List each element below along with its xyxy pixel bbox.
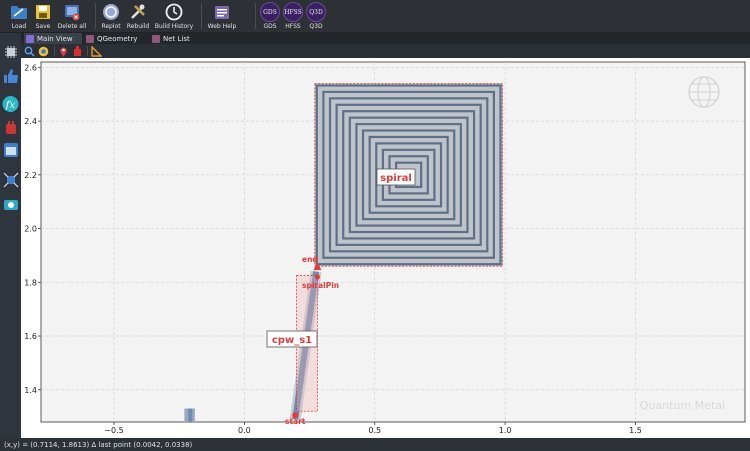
spiral-label[interactable]: spiral <box>376 168 416 186</box>
pin-spiral-marker <box>314 274 320 280</box>
plugin-red-icon[interactable] <box>2 119 19 136</box>
x-tick-label: 0.5 <box>368 426 381 435</box>
y-tick-label: 2.4 <box>24 117 37 126</box>
plot-canvas[interactable]: −0.5 0.0 0.5 1.0 1.5 1.4 1.6 1.8 2.0 2.2 2.4 2.6 Qu… <box>21 58 750 438</box>
floppy-disk-icon <box>33 2 53 22</box>
delete-all-icon <box>62 2 82 22</box>
pin-label-spiralpin: spiralPin <box>302 281 339 290</box>
pin-marker-icon[interactable] <box>58 46 69 57</box>
fit-view-icon[interactable] <box>2 171 19 188</box>
chip-icon[interactable] <box>2 43 19 60</box>
save-button[interactable]: Save <box>32 0 54 33</box>
status-bar: (x,y) = (0.7114, 1.8613) Δ last point (0… <box>0 438 750 451</box>
gds-icon: GDS <box>260 2 280 22</box>
table-grid-icon <box>152 34 160 43</box>
ruler-triangle-icon[interactable] <box>91 45 102 57</box>
view-tabs: Main View QGeometry Net List <box>21 33 750 44</box>
load-button[interactable]: Load <box>6 0 32 33</box>
coordinate-readout: (x,y) = (0.7114, 1.8613) Δ last point (0… <box>4 440 193 449</box>
build-history-button[interactable]: Build History <box>152 0 196 33</box>
tools-icon <box>128 2 148 22</box>
hfss-button[interactable]: HFSS HFSS <box>282 0 304 33</box>
app-window: Load Save Delete all Replot Rebuild Buil… <box>0 0 750 451</box>
target-icon[interactable] <box>38 46 49 57</box>
y-tick-label: 2.2 <box>24 171 37 180</box>
thumbs-up-icon[interactable] <box>2 67 19 84</box>
plot-toolbar-separator <box>54 46 55 56</box>
gds-button[interactable]: GDS GDS <box>259 0 281 33</box>
function-fx-icon[interactable]: fx <box>2 95 19 112</box>
tab-main-view[interactable]: Main View <box>24 33 82 44</box>
log-window-icon[interactable] <box>2 141 19 158</box>
hfss-icon: HFSS <box>283 2 303 22</box>
web-help-button[interactable]: Web Help <box>206 0 238 33</box>
toolbar-separator <box>255 3 256 29</box>
svg-text:fx: fx <box>5 98 16 110</box>
x-tick-label: 1.0 <box>499 426 512 435</box>
main-toolbar: Load Save Delete all Replot Rebuild Buil… <box>0 0 750 33</box>
svg-text:spiral: spiral <box>380 173 412 184</box>
rebuild-button[interactable]: Rebuild <box>124 0 152 33</box>
left-tool-bar: fx <box>0 33 21 438</box>
tab-net-list[interactable]: Net List <box>150 33 200 44</box>
toolbar-separator <box>201 3 202 29</box>
folder-icon <box>9 2 29 22</box>
cpw-s1-label[interactable]: cpw_s1 <box>266 330 318 348</box>
replot-icon <box>101 2 121 22</box>
layout-plot[interactable]: −0.5 0.0 0.5 1.0 1.5 1.4 1.6 1.8 2.0 2.2 2.4 2.6 Qu… <box>21 58 750 438</box>
x-tick-label: 1.5 <box>629 426 642 435</box>
y-tick-label: 1.8 <box>24 278 37 287</box>
screenshot-camera-icon[interactable] <box>2 195 19 212</box>
stub-center <box>188 408 193 422</box>
history-clock-icon <box>164 2 184 22</box>
plot-toolbar <box>21 44 750 58</box>
zoom-magnifier-icon[interactable] <box>24 46 35 57</box>
web-help-icon <box>212 2 232 22</box>
tab-qgeometry[interactable]: QGeometry <box>84 33 148 44</box>
q3d-button[interactable]: Q3D Q3D <box>305 0 327 33</box>
y-tick-label: 2.6 <box>24 63 37 72</box>
connector-icon[interactable] <box>72 45 83 57</box>
y-tick-label: 2.0 <box>24 225 37 234</box>
main-view-icon <box>26 34 34 43</box>
q3d-icon: Q3D <box>306 2 326 22</box>
svg-text:cpw_s1: cpw_s1 <box>272 335 312 346</box>
x-tick-label: −0.5 <box>104 426 123 435</box>
y-tick-label: 1.4 <box>24 386 37 395</box>
y-tick-label: 1.6 <box>24 332 37 341</box>
replot-button[interactable]: Replot <box>98 0 124 33</box>
table-grid-icon <box>86 34 94 43</box>
pin-label-end: end <box>302 255 318 264</box>
pin-label-start: start <box>285 417 306 426</box>
delete-all-button[interactable]: Delete all <box>54 0 90 33</box>
toolbar-separator <box>95 3 96 29</box>
plot-toolbar-separator <box>87 46 88 56</box>
x-tick-label: 0.0 <box>238 426 251 435</box>
quantum-metal-watermark: Quantum Metal <box>640 399 725 412</box>
